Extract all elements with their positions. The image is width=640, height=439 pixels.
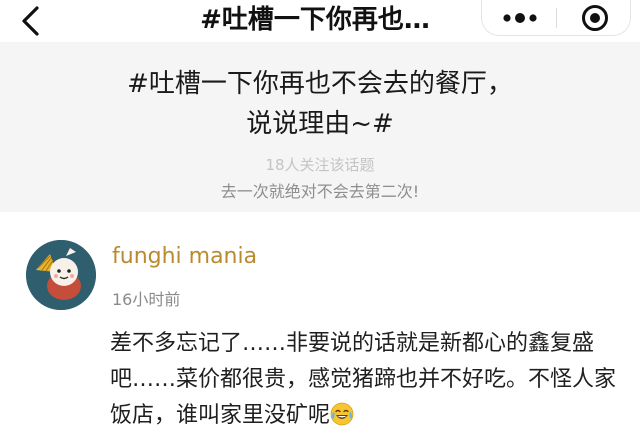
topic-title-line-2: 说说理由~# [246, 109, 394, 139]
navigation-bar: #吐槽一下你再也… [0, 0, 640, 42]
comment-text: 差不多忘记了……非要说的话就是新都心的鑫复盛吧……菜价都很贵，感觉猪蹄也并不好吃… [110, 331, 617, 428]
comment-body: 差不多忘记了……非要说的话就是新都心的鑫复盛吧……菜价都很贵，感觉猪蹄也并不好吃… [110, 326, 622, 434]
tears-of-joy-emoji [330, 402, 354, 426]
topic-title: #吐槽一下你再也不会去的餐厅， 说说理由~# [60, 64, 580, 144]
mini-program-capsule [481, 0, 631, 36]
more-dots-icon [503, 13, 537, 23]
more-button[interactable] [492, 2, 548, 34]
capsule-divider [556, 8, 557, 28]
topic-title-line-1: #吐槽一下你再也不会去的餐厅， [127, 69, 513, 99]
avatar-cartoon-icon [26, 240, 96, 310]
close-button[interactable] [570, 2, 620, 34]
back-button[interactable] [14, 2, 48, 40]
avatar[interactable] [26, 240, 96, 310]
comment-timestamp: 16小时前 [112, 290, 181, 309]
chevron-left-icon [22, 6, 39, 36]
comment-username[interactable]: funghi mania [112, 244, 257, 269]
topic-description: 去一次就绝对不会去第二次! [220, 182, 420, 201]
topic-header: #吐槽一下你再也不会去的餐厅， 说说理由~# 18人关注该话题 去一次就绝对不会… [0, 42, 640, 212]
page-title: #吐槽一下你再也… [200, 5, 430, 35]
follower-count: 18人关注该话题 [265, 156, 375, 174]
target-close-icon [582, 5, 608, 31]
